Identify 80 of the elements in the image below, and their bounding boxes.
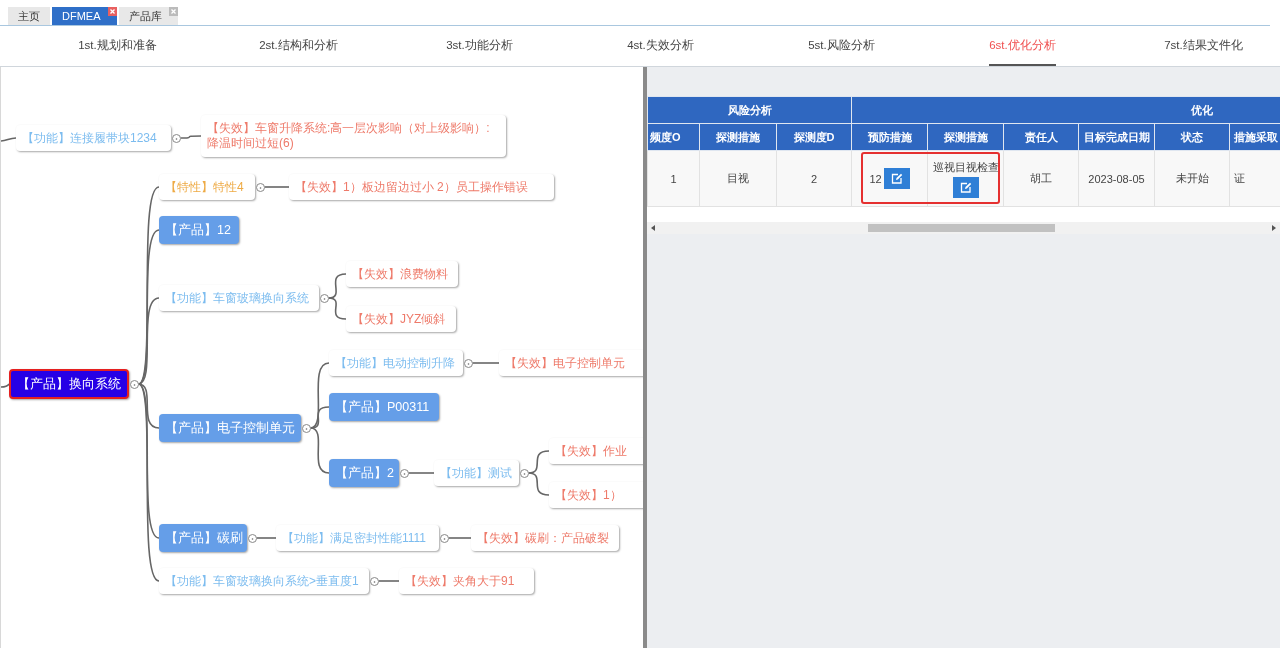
connector-line: [179, 135, 202, 139]
feature-node[interactable]: 【特性】特性4: [159, 174, 255, 200]
cell-text: 12: [869, 172, 882, 185]
step-tab[interactable]: 4st.失效分析: [627, 26, 694, 66]
table-cell: 目视: [699, 150, 777, 207]
failure-node[interactable]: 【失效】浪费物料: [346, 261, 458, 287]
failure-node[interactable]: 【失效】作业: [549, 438, 643, 464]
collapse-icon[interactable]: [519, 468, 529, 478]
failure-node[interactable]: 【失效】1）: [549, 482, 643, 508]
connector-line: [255, 537, 277, 539]
failure-node[interactable]: 【失效】碳刷：产品破裂: [471, 525, 619, 551]
collapse-icon[interactable]: [129, 379, 139, 389]
column-header: 频度O: [647, 123, 700, 151]
cell-text: 巡视目视检查: [932, 159, 999, 175]
column-header: 探测措施: [699, 123, 777, 151]
table-cell: 2: [776, 150, 852, 207]
connector-line: [1, 383, 10, 388]
close-icon[interactable]: [107, 7, 117, 16]
group-header: 优化: [851, 96, 1280, 124]
connector-line: [527, 472, 550, 496]
collapse-icon[interactable]: [301, 423, 311, 433]
product-node[interactable]: 【产品】碳刷: [159, 524, 247, 552]
table-cell: 2023-08-05: [1078, 150, 1155, 207]
connector-line: [263, 186, 290, 188]
column-header: 探测度D: [776, 123, 852, 151]
step-tab[interactable]: 7st.结果文件化: [1164, 26, 1243, 66]
product-node[interactable]: 【产品】P00311: [329, 393, 439, 421]
column-header: 探测措施: [927, 123, 1004, 151]
function-node[interactable]: 【功能】车窗玻璃换向系统>垂直度1: [159, 568, 369, 594]
function-node[interactable]: 【功能】连接履带块1234: [16, 125, 171, 151]
edit-icon: [959, 181, 972, 193]
connector-line: [447, 537, 472, 539]
collapse-icon[interactable]: [255, 182, 265, 192]
step-tab[interactable]: 1st.规划和准备: [78, 26, 157, 66]
column-header: 目标完成日期: [1078, 123, 1155, 151]
table-cell: 胡工: [1003, 150, 1079, 207]
tab[interactable]: DFMEA: [52, 7, 117, 25]
scrollbar[interactable]: [647, 222, 1280, 234]
connector-line: [471, 362, 500, 364]
scroll-right-icon[interactable]: [1271, 225, 1277, 231]
collapse-icon[interactable]: [463, 358, 473, 368]
column-header: 状态: [1154, 123, 1230, 151]
table-cell: 未开始: [1154, 150, 1230, 207]
edit-button[interactable]: [883, 168, 910, 189]
group-header: 风险分析: [647, 96, 852, 124]
edit-icon: [890, 173, 903, 184]
collapse-icon[interactable]: [439, 533, 449, 543]
tab[interactable]: 产品库: [118, 7, 178, 25]
product-node[interactable]: 【产品】换向系统: [9, 369, 129, 399]
failure-node[interactable]: 【失效】夹角大于91: [399, 568, 534, 594]
tab[interactable]: 主页: [8, 7, 50, 25]
step-tab[interactable]: 5st.风险分析: [808, 26, 875, 66]
product-node[interactable]: 【产品】12: [159, 216, 239, 244]
collapse-icon[interactable]: [399, 468, 409, 478]
product-node[interactable]: 【产品】2: [329, 459, 399, 487]
connector-line: [377, 580, 400, 582]
edit-button[interactable]: [952, 176, 979, 198]
failure-node[interactable]: 【失效】1）板边留边过小 2）员工操作错误: [289, 174, 554, 200]
product-node[interactable]: 【产品】电子控制单元: [159, 414, 301, 442]
function-node[interactable]: 【功能】车窗玻璃换向系统: [159, 285, 319, 311]
connector-line: [1, 137, 17, 142]
step-tab[interactable]: 3st.功能分析: [446, 26, 513, 66]
function-node[interactable]: 【功能】电动控制升降: [329, 350, 463, 376]
collapse-icon[interactable]: [369, 576, 379, 586]
table-cell: 1: [647, 150, 700, 207]
failure-node[interactable]: 【失效】电子控制单元: [499, 350, 643, 376]
function-node[interactable]: 【功能】满足密封性能1111: [276, 525, 439, 551]
scroll-left-icon[interactable]: [650, 225, 656, 231]
column-header: 预防措施: [851, 123, 928, 151]
failure-node[interactable]: 【失效】JYZ倾斜: [346, 306, 456, 332]
step-tab[interactable]: 2st.结构和分析: [259, 26, 338, 66]
connector-line: [327, 297, 347, 320]
function-node[interactable]: 【功能】测试: [434, 460, 519, 486]
failure-node[interactable]: 【失效】车窗升降系统:高一层次影响（对上级影响）:降温时间过短(6): [201, 115, 506, 157]
table-cell: 证: [1229, 150, 1280, 207]
connector-line: [407, 472, 435, 474]
collapse-icon[interactable]: [171, 133, 181, 143]
collapse-icon[interactable]: [247, 533, 257, 543]
collapse-icon[interactable]: [319, 293, 329, 303]
column-header: 责任人: [1003, 123, 1079, 151]
